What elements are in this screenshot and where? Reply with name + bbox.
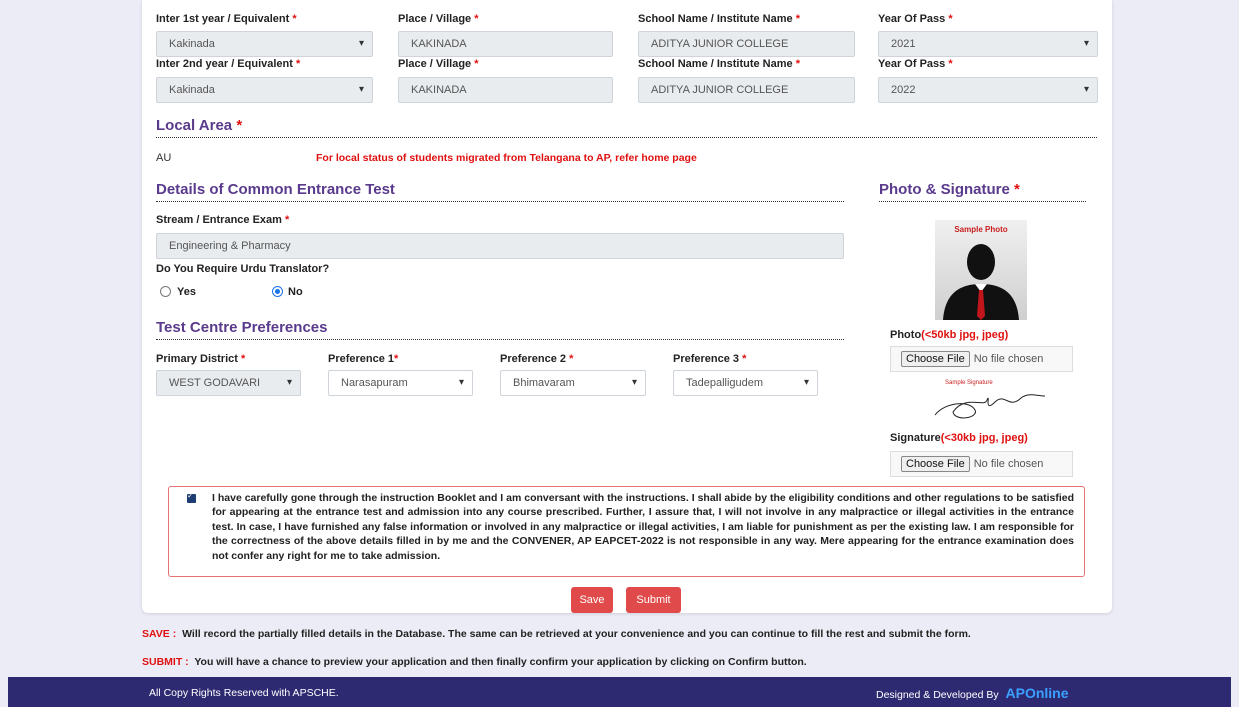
cet-title: Details of Common Entrance Test (156, 181, 395, 198)
inter2-school-label: School Name / Institute Name * (638, 58, 800, 70)
urdu-yes-radio[interactable] (160, 286, 171, 297)
inter2-year-select[interactable]: 2022 ▾ (878, 77, 1098, 103)
test-centre-title: Test Centre Preferences (156, 319, 328, 336)
primary-district-label: Primary District * (156, 353, 246, 365)
chevron-down-icon: ▾ (458, 377, 464, 388)
inter1-district-select[interactable]: Kakinada ▾ (156, 31, 373, 57)
section-divider (156, 201, 844, 202)
urdu-yes-label: Yes (177, 286, 196, 298)
sample-photo: Sample Photo (935, 220, 1027, 320)
inter2-school-input[interactable]: ADITYA JUNIOR COLLEGE (638, 77, 855, 103)
inter2-place-input[interactable]: KAKINADA (398, 77, 613, 103)
chevron-down-icon: ▾ (631, 377, 637, 388)
save-note: SAVE : Will record the partially filled … (142, 628, 971, 640)
section-divider (879, 201, 1086, 202)
section-divider (156, 137, 1097, 138)
inter1-year-label: Year Of Pass * (878, 13, 953, 25)
person-silhouette-icon (943, 244, 1019, 320)
local-area-note: For local status of students migrated fr… (316, 152, 697, 164)
preference2-select[interactable]: Bhimavaram ▾ (500, 370, 646, 396)
preference1-select[interactable]: Narasapuram ▾ (328, 370, 473, 396)
preference3-label: Preference 3 * (673, 353, 747, 365)
inter2-place-label: Place / Village * (398, 58, 479, 70)
inter1-label: Inter 1st year / Equivalent * (156, 13, 297, 25)
inter1-place-input[interactable]: KAKINADA (398, 31, 613, 57)
footer-copyright: All Copy Rights Reserved with APSCHE. (149, 687, 339, 699)
signature-scribble-icon (934, 394, 1046, 419)
declaration-text: I have carefully gone through the instru… (212, 492, 1074, 562)
local-area-value: AU (156, 152, 172, 164)
aponline-logo: APOnline (1005, 685, 1069, 701)
signature-file-status: No file chosen (973, 458, 1044, 470)
photo-signature-title: Photo & Signature * (879, 181, 1020, 198)
inter2-year-label: Year Of Pass * (878, 58, 953, 70)
declaration-checkbox[interactable] (187, 491, 196, 503)
stream-input[interactable]: Engineering & Pharmacy (156, 233, 844, 259)
photo-file-status: No file chosen (973, 353, 1044, 365)
sample-signature: Sample Signature (925, 380, 1055, 425)
declaration-box: I have carefully gone through the instru… (168, 486, 1085, 577)
save-note-key: SAVE : (142, 628, 177, 640)
photo-choose-file-button[interactable]: Choose File (901, 351, 970, 367)
submit-note: SUBMIT : You will have a chance to previ… (142, 656, 807, 668)
application-form-card: Inter 1st year / Equivalent * Place / Vi… (142, 0, 1112, 613)
signature-label: Signature(<30kb jpg, jpeg) (890, 432, 1028, 444)
chevron-down-icon: ▾ (1083, 84, 1089, 95)
chevron-down-icon: ▾ (286, 377, 292, 388)
chevron-down-icon: ▾ (358, 84, 364, 95)
photo-file-input[interactable]: Choose File No file chosen (890, 346, 1073, 372)
save-note-text: Will record the partially filled details… (182, 628, 971, 640)
chevron-down-icon: ▾ (1083, 38, 1089, 49)
inter1-school-input[interactable]: ADITYA JUNIOR COLLEGE (638, 31, 855, 57)
signature-choose-file-button[interactable]: Choose File (901, 456, 970, 472)
inter1-year-select[interactable]: 2021 ▾ (878, 31, 1098, 57)
inter2-district-select[interactable]: Kakinada ▾ (156, 77, 373, 103)
inter1-place-label: Place / Village * (398, 13, 479, 25)
section-divider (156, 339, 844, 340)
chevron-down-icon: ▾ (803, 377, 809, 388)
primary-district-select[interactable]: WEST GODAVARI ▾ (156, 370, 301, 396)
preference3-select[interactable]: Tadepalligudem ▾ (673, 370, 818, 396)
inter1-school-label: School Name / Institute Name * (638, 13, 800, 25)
footer: All Copy Rights Reserved with APSCHE. De… (8, 677, 1231, 707)
chevron-down-icon: ▾ (358, 38, 364, 49)
footer-designed-by: Designed & Developed By (876, 689, 999, 701)
signature-file-input[interactable]: Choose File No file chosen (890, 451, 1073, 477)
photo-label: Photo(<50kb jpg, jpeg) (890, 329, 1009, 341)
footer-credit: Designed & Developed By APOnline (876, 685, 1069, 701)
preference1-label: Preference 1* (328, 353, 399, 365)
urdu-no-label: No (288, 286, 303, 298)
submit-note-key: SUBMIT : (142, 656, 189, 668)
urdu-no-radio[interactable] (272, 286, 283, 297)
save-button[interactable]: Save (571, 587, 613, 613)
inter2-label: Inter 2nd year / Equivalent * (156, 58, 301, 70)
submit-button[interactable]: Submit (626, 587, 681, 613)
stream-label: Stream / Entrance Exam * (156, 214, 290, 226)
submit-note-text: You will have a chance to preview your a… (194, 656, 807, 668)
urdu-label: Do You Require Urdu Translator? (156, 263, 330, 275)
preference2-label: Preference 2 * (500, 353, 574, 365)
local-area-title: Local Area * (156, 117, 243, 134)
